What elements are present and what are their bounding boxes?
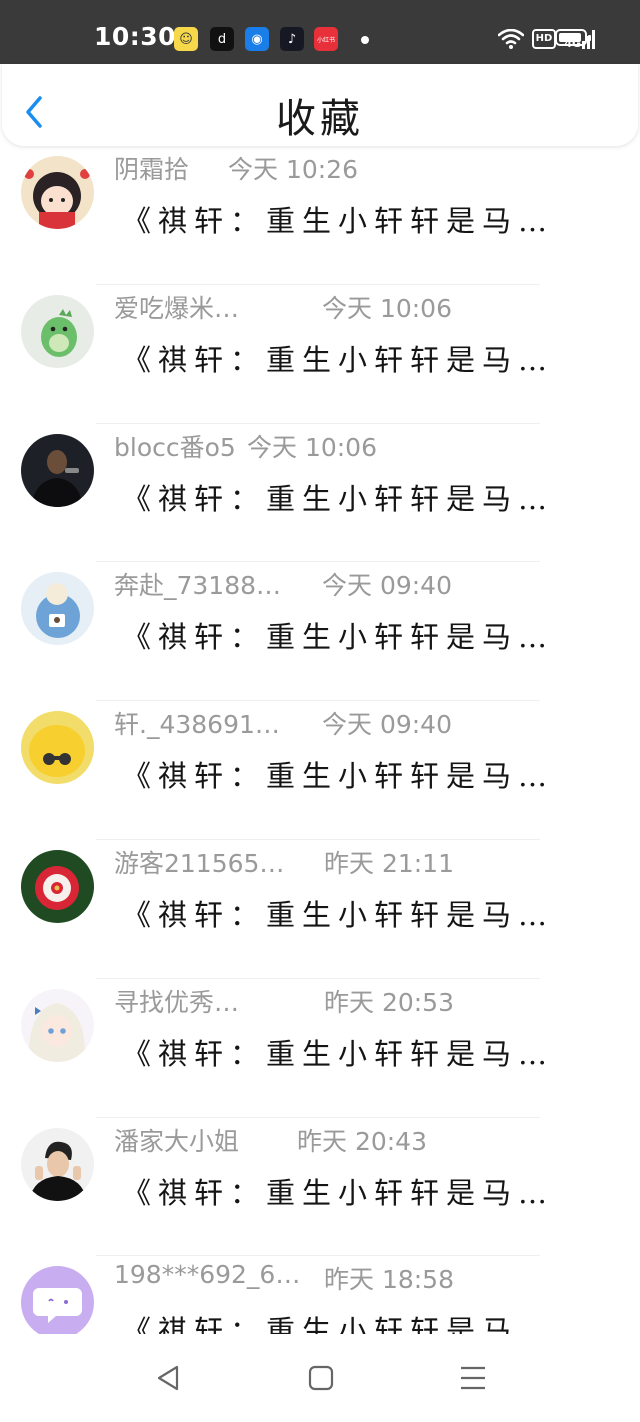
item-timestamp: 今天 10:26	[228, 155, 358, 184]
list-item[interactable]: 198***692_6… 昨天 18:58 《祺轩：重生小轩轩是马…	[0, 1256, 640, 1334]
user-name[interactable]: 游客211565…	[114, 844, 284, 880]
list-item[interactable]: blocc番o5 今天 10:06 《祺轩：重生小轩轩是马…	[0, 424, 640, 563]
triangle-back-icon	[157, 1365, 179, 1391]
item-timestamp: 昨天 20:53	[324, 987, 454, 1017]
list-item[interactable]: 潘家大小姐 昨天 20:43 《祺轩：重生小轩轩是马…	[0, 1118, 640, 1257]
page-title: 收藏	[276, 96, 364, 142]
user-name[interactable]: 阴霜拾	[114, 150, 189, 186]
wifi-icon	[497, 29, 524, 49]
page-header: 收藏	[2, 64, 638, 146]
item-message[interactable]: 《祺轩：重生小轩轩是马…	[122, 753, 554, 795]
nav-menu-button[interactable]	[458, 1363, 488, 1393]
item-timestamp: 今天 09:40	[322, 710, 452, 740]
xiaohongshu-app-icon: 小红书	[314, 27, 338, 51]
avatar-green-dinosaur[interactable]	[21, 294, 94, 368]
tiktok-app-icon: ♪	[280, 27, 304, 51]
avatar-yellow-chick[interactable]	[21, 711, 94, 785]
item-message[interactable]: 《祺轩：重生小轩轩是马…	[122, 198, 554, 240]
item-timestamp: 昨天 20:43	[297, 1126, 427, 1156]
reader-app-icon: d	[210, 27, 234, 51]
avatar-young-man[interactable]	[21, 1127, 94, 1201]
item-meta: 潘家大小姐 昨天 20:43	[114, 1122, 427, 1158]
item-meta: 爱吃爆米… 今天 10:06	[114, 289, 452, 325]
user-name[interactable]: 轩._438691…	[114, 705, 280, 741]
user-name[interactable]: blocc番o5	[114, 428, 236, 464]
item-message[interactable]: 《祺轩：重生小轩轩是马…	[122, 1170, 554, 1212]
item-timestamp: 昨天 21:11	[324, 848, 454, 878]
list-item[interactable]: 寻找优秀… 昨天 20:53 《祺轩：重生小轩轩是马…	[0, 979, 640, 1118]
avatar-cartoon-girl[interactable]	[21, 156, 94, 229]
list-item[interactable]: 阴霜拾 今天 10:26 《祺轩：重生小轩轩是马…	[0, 146, 640, 285]
list-item[interactable]: 爱吃爆米… 今天 10:06 《祺轩：重生小轩轩是马…	[0, 285, 640, 424]
nav-back-button[interactable]	[154, 1363, 184, 1393]
status-time: 10:30	[94, 22, 177, 51]
user-name[interactable]: 寻找优秀…	[114, 983, 239, 1019]
avatar-red-flower[interactable]	[21, 849, 94, 923]
battery-fill	[559, 33, 581, 42]
notification-dot-icon	[361, 36, 369, 44]
battery-icon	[555, 29, 591, 46]
avatar-man-dark[interactable]	[21, 433, 94, 507]
item-message[interactable]: 《祺轩：重生小轩轩是马…	[122, 337, 554, 379]
list-item[interactable]: 轩._438691… 今天 09:40 《祺轩：重生小轩轩是马…	[0, 701, 640, 840]
user-name[interactable]: 198***692_6…	[114, 1260, 300, 1289]
item-timestamp: 昨天 18:58	[324, 1265, 454, 1295]
item-message[interactable]: 《祺轩：重生小轩轩是马…	[122, 1308, 554, 1334]
user-name[interactable]: 奔赴_73188…	[114, 566, 281, 602]
emoji-app-icon: ☺	[174, 27, 198, 51]
browser-app-icon: ◉	[245, 27, 269, 51]
item-message[interactable]: 《祺轩：重生小轩轩是马…	[122, 476, 554, 518]
item-message[interactable]: 《祺轩：重生小轩轩是马…	[122, 1031, 554, 1073]
favorites-list[interactable]: 阴霜拾 今天 10:26 《祺轩：重生小轩轩是马… 爱吃爆米… 今天 10:06 《祺轩：…	[0, 146, 640, 1334]
item-meta: 奔赴_73188… 今天 09:40	[114, 566, 452, 602]
item-meta: 游客211565… 昨天 21:11	[114, 844, 454, 880]
item-timestamp: 今天 10:06	[322, 293, 452, 323]
item-meta: 寻找优秀… 昨天 20:53	[114, 983, 454, 1019]
user-name[interactable]: 潘家大小姐	[114, 1122, 239, 1158]
menu-lines-icon	[461, 1366, 485, 1390]
avatar-anime-girl[interactable]	[21, 988, 94, 1062]
avatar-chat-bubble[interactable]	[21, 1266, 94, 1334]
item-meta: 阴霜拾 今天 10:26	[114, 150, 358, 186]
system-nav-bar	[0, 1334, 640, 1422]
avatar-bear-toy[interactable]	[21, 572, 94, 646]
item-message[interactable]: 《祺轩：重生小轩轩是马…	[122, 614, 554, 656]
item-message[interactable]: 《祺轩：重生小轩轩是马…	[122, 892, 554, 934]
list-item[interactable]: 奔赴_73188… 今天 09:40 《祺轩：重生小轩轩是马…	[0, 562, 640, 702]
nav-home-button[interactable]	[306, 1363, 336, 1393]
item-timestamp: 今天 10:06	[247, 432, 377, 462]
status-bar: 10:30 ☺ d ◉ ♪ 小红书 HD 4G	[0, 0, 640, 64]
user-name[interactable]: 爱吃爆米…	[114, 289, 239, 325]
hd-badge: HD	[531, 29, 557, 49]
list-item[interactable]: 游客211565… 昨天 21:11 《祺轩：重生小轩轩是马…	[0, 840, 640, 979]
square-home-icon	[308, 1365, 334, 1391]
item-meta: 轩._438691… 今天 09:40	[114, 705, 452, 741]
item-meta: 198***692_6… 昨天 18:58	[114, 1260, 454, 1294]
item-meta: blocc番o5 今天 10:06	[114, 428, 377, 464]
item-timestamp: 今天 09:40	[322, 571, 452, 601]
